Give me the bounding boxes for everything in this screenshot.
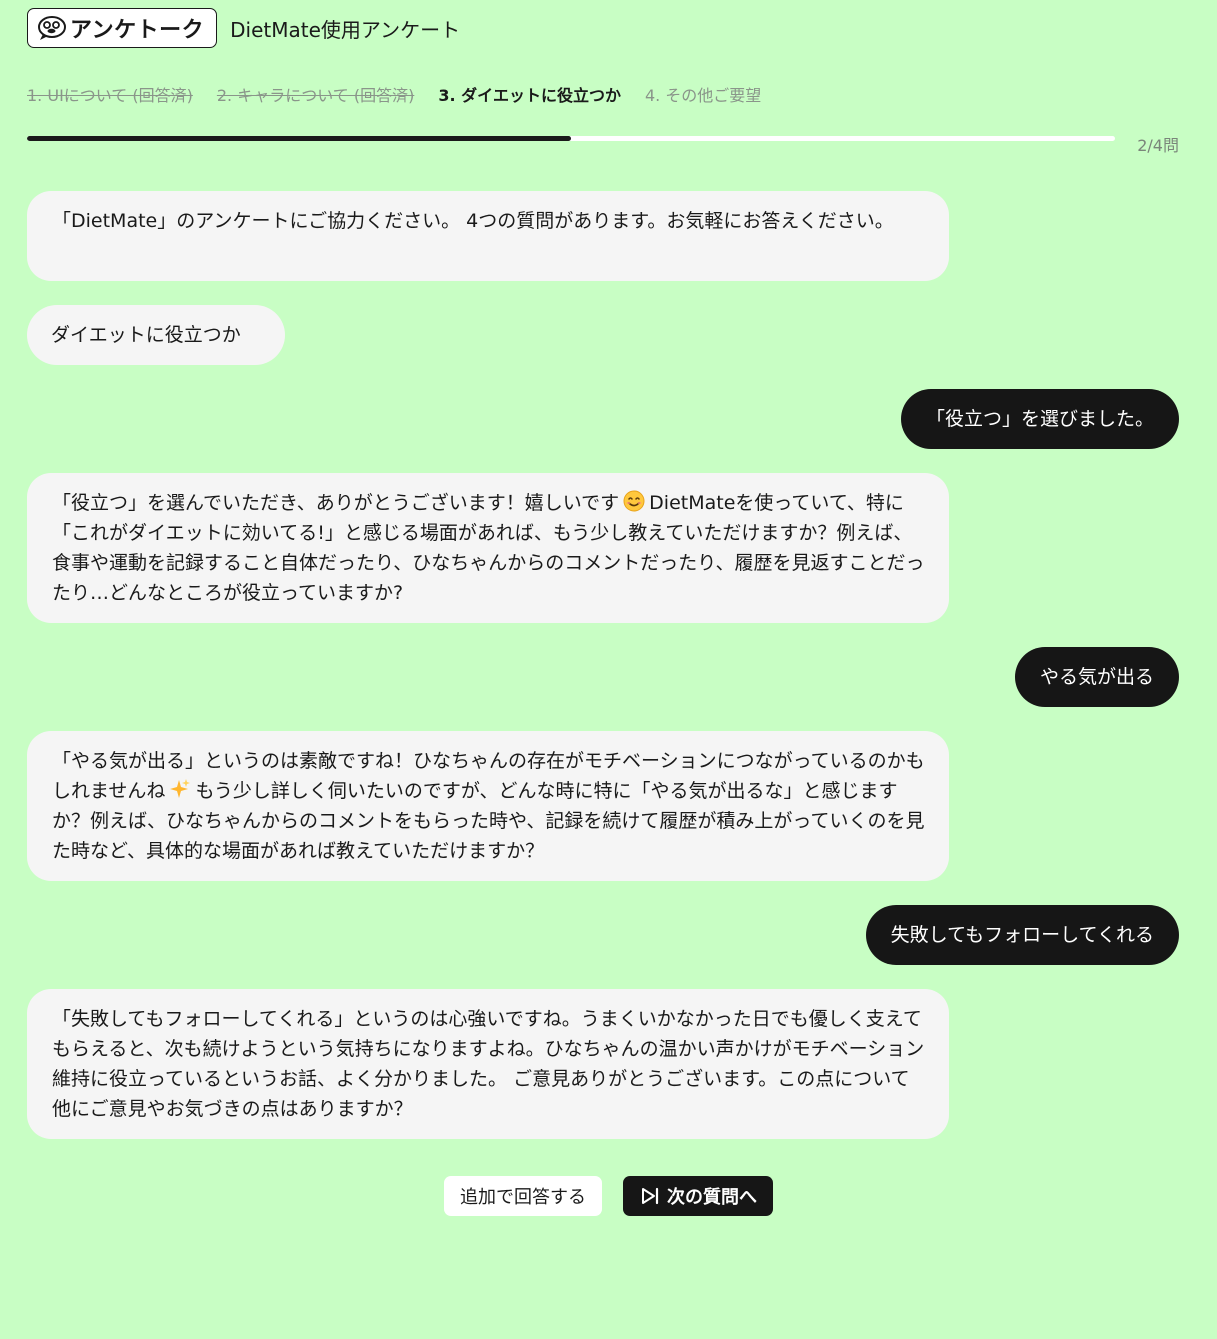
button-label: 次の質問へ bbox=[667, 1187, 757, 1208]
user-message: 失敗してもフォローしてくれる bbox=[865, 905, 1179, 965]
step-3[interactable]: 3. ダイエットに役立つか bbox=[438, 82, 621, 106]
next-question-button[interactable]: 次の質問へ bbox=[623, 1176, 773, 1216]
chat-face-icon bbox=[38, 16, 66, 40]
additional-answer-button[interactable]: 追加で回答する bbox=[444, 1176, 602, 1216]
skip-next-icon bbox=[642, 1187, 659, 1205]
step-2[interactable]: 2. キャラについて (回答済) bbox=[217, 82, 414, 106]
step-navigation: 1. UIについて (回答済) 2. キャラについて (回答済) 3. ダイエッ… bbox=[27, 82, 785, 106]
bot-message: 「やる気が出る」というのは素敵ですね！ひなちゃんの存在がモチベーションにつながっ… bbox=[27, 731, 949, 881]
message-text: 失敗してもフォローしてくれる bbox=[890, 924, 1154, 946]
logo-text: アンケトーク bbox=[70, 18, 205, 43]
bot-message: 「失敗してもフォローしてくれる」というのは心強いですね。うまくいかなかった日でも… bbox=[27, 989, 949, 1139]
action-bar: 追加で回答する 次の質問へ bbox=[0, 1176, 1217, 1216]
message-text: ダイエットに役立つか bbox=[51, 324, 241, 346]
page-title: DietMate使用アンケート bbox=[230, 17, 461, 42]
user-message: 「役立つ」を選びました。 bbox=[900, 389, 1179, 449]
question-bubble: ダイエットに役立つか bbox=[27, 305, 285, 365]
user-message: やる気が出る bbox=[1014, 647, 1179, 707]
message-text: 「役立つ」を選んでいただき、ありがとうございます！嬉しいです bbox=[52, 492, 620, 514]
sparkles-emoji bbox=[170, 779, 191, 798]
bot-message: 「DietMate」のアンケートにご協力ください。 4つの質問があります。お気軽… bbox=[27, 191, 949, 281]
app-logo: アンケトーク bbox=[27, 8, 218, 48]
button-label: 追加で回答する bbox=[460, 1187, 586, 1208]
message-text: 「役立つ」を選びました。 bbox=[925, 408, 1154, 430]
step-4: 4. その他ご要望 bbox=[644, 86, 762, 105]
bot-message: 「役立つ」を選んでいただき、ありがとうございます！嬉しいです DietMateを… bbox=[27, 473, 949, 623]
progress-bar bbox=[27, 136, 1115, 141]
message-text: 「失敗してもフォローしてくれる」というのは心強いですね。うまくいかなかった日でも… bbox=[52, 1008, 925, 1120]
message-text: やる気が出る bbox=[1039, 666, 1154, 688]
smiling-face-emoji bbox=[623, 490, 645, 512]
progress-count: 2/4問 bbox=[1137, 136, 1179, 155]
step-1[interactable]: 1. UIについて (回答済) bbox=[27, 82, 193, 106]
message-text: 「DietMate」のアンケートにご協力ください。 4つの質問があります。お気軽… bbox=[52, 210, 894, 232]
app-header: アンケトーク DietMate使用アンケート bbox=[27, 6, 460, 50]
progress-fill bbox=[27, 136, 571, 141]
